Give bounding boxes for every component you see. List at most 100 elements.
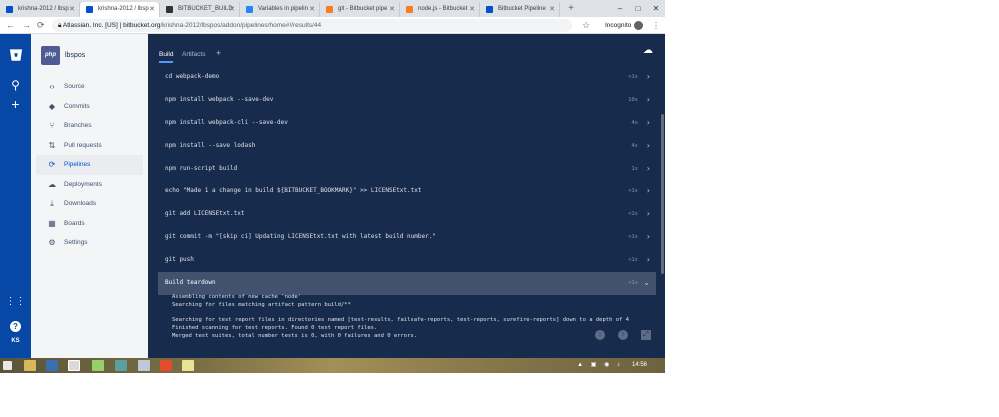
pipeline-step[interactable]: npm run-script build 1s › <box>158 158 656 181</box>
sidebar-item-branches[interactable]: ⑂ Branches <box>36 116 143 136</box>
notepad-icon[interactable] <box>182 360 194 371</box>
browser-tab[interactable]: Bitbucket Pipeline ✕ <box>480 2 560 17</box>
browser-tab[interactable]: git - Bitbucket pipe ✕ <box>320 2 400 17</box>
pipeline-step[interactable]: cd webpack-demo <1s › <box>158 66 656 89</box>
help-icon[interactable]: ? <box>0 316 31 334</box>
close-tab-icon[interactable]: ✕ <box>69 2 75 17</box>
browser-tab-title: git - Bitbucket pipe <box>338 6 388 12</box>
sidebar-item-label: Commits <box>64 102 90 110</box>
browser-tab-title: krishna-2012 / lbsp <box>98 6 149 12</box>
step-list: cd webpack-demo <1s › npm install webpack -… <box>158 66 656 295</box>
taskbar-app-icon[interactable] <box>115 360 127 371</box>
expand-log-icon[interactable]: ⤢ <box>641 330 651 340</box>
pipeline-step[interactable]: Build teardown <1s ⌄ <box>158 272 656 295</box>
close-tab-icon[interactable]: ✕ <box>469 2 475 17</box>
sidebar-item-source[interactable]: ‹› Source <box>36 77 143 97</box>
bookmark-star-icon[interactable]: ☆ <box>582 19 590 32</box>
tab-build[interactable]: Build <box>159 51 174 63</box>
browser-tab-title: BITBUCKET_BUILD <box>178 6 233 12</box>
sidebar-item-pull-requests[interactable]: ⇅ Pull requests <box>36 136 143 156</box>
close-window-icon[interactable]: ✕ <box>647 0 665 17</box>
url-host: bitbucket.org <box>123 22 161 29</box>
tab-artifacts[interactable]: Artifacts <box>182 51 205 58</box>
sidebar-item-commits[interactable]: ◆ Commits <box>36 97 143 117</box>
browser-tab[interactable]: BITBUCKET_BUILD ✕ <box>160 2 240 17</box>
pipelines-icon: ⟳ <box>48 160 56 169</box>
maximize-icon[interactable]: □ <box>629 0 647 17</box>
repo-avatar[interactable]: php <box>41 46 60 65</box>
clock[interactable]: 14:56 <box>632 358 647 373</box>
sidebar-item-label: Boards <box>64 219 85 227</box>
start-button[interactable] <box>3 361 12 370</box>
taskbar-app-icon[interactable] <box>46 360 58 371</box>
close-tab-icon[interactable]: ✕ <box>309 2 315 17</box>
sidebar-item-label: Deployments <box>64 180 102 188</box>
pipeline-step[interactable]: echo "Made 1 a change in build ${BITBUCK… <box>158 180 656 203</box>
pipeline-step[interactable]: npm install --save lodash 4s › <box>158 135 656 158</box>
incognito-icon[interactable] <box>634 21 643 30</box>
log-line: Finished scanning for test reports. Foun… <box>172 325 378 332</box>
chrome-icon[interactable] <box>68 360 80 371</box>
pipeline-step[interactable]: npm install webpack --save-dev 10s › <box>158 89 656 112</box>
pipeline-step[interactable]: git add LICENSEtxt.txt <1s › <box>158 203 656 226</box>
browser-tab[interactable]: Variables in pipelin ✕ <box>240 2 320 17</box>
close-tab-icon[interactable]: ✕ <box>549 2 555 17</box>
pipeline-step[interactable]: git push <1s › <box>158 249 656 272</box>
sidebar-item-downloads[interactable]: ⤓ Downloads <box>36 194 143 214</box>
pipeline-step[interactable]: npm install webpack-cli --save-dev 4s › <box>158 112 656 135</box>
scroll-top-icon[interactable]: ↑ <box>618 330 628 340</box>
file-explorer-icon[interactable] <box>24 360 36 371</box>
log-toolbar: ↓ ↑ ⤢ <box>595 330 651 340</box>
sidebar-item-boards[interactable]: ▦ Boards <box>36 214 143 234</box>
pipeline-step[interactable]: git commit -m "[skip ci] Updating LICENS… <box>158 226 656 249</box>
browser-tab[interactable]: krishna-2012 / lbsp ✕ <box>80 2 160 17</box>
result-tabs: Build Artifacts + ☁ <box>148 34 665 64</box>
bitbucket-logo-icon[interactable] <box>0 48 31 67</box>
download-log-icon[interactable]: ↓ <box>595 330 605 340</box>
boards-icon: ▦ <box>48 218 56 228</box>
app-switcher-icon[interactable]: ⋮⋮ <box>0 296 31 307</box>
log-line: Searching for files matching artifact pa… <box>172 301 351 308</box>
browser-menu-icon[interactable]: ⋮ <box>652 19 660 32</box>
step-command: echo "Made 1 a change in build ${BITBUCK… <box>165 187 422 195</box>
branches-icon: ⑂ <box>49 121 55 130</box>
browser-tab[interactable]: node.js - Bitbucket ✕ <box>400 2 480 17</box>
add-tab-icon[interactable]: + <box>216 48 221 58</box>
new-tab-button[interactable]: + <box>564 2 578 17</box>
create-icon[interactable]: + <box>0 96 31 112</box>
scrollbar[interactable] <box>661 114 664 274</box>
log-line: Searching for test report files in direc… <box>172 317 629 324</box>
sidebar-item-label: Branches <box>64 122 92 129</box>
browser-tab-title: Variables in pipelin <box>258 6 308 12</box>
step-command: npm install webpack-cli --save-dev <box>165 118 288 126</box>
cloud-download-icon[interactable]: ☁ <box>643 45 653 56</box>
browser-tab[interactable]: krishna-2012 / lbsp ✕ <box>0 2 80 17</box>
chevron-right-icon: › <box>646 232 650 242</box>
minimize-icon[interactable]: – <box>611 0 629 17</box>
sidebar-item-pipelines[interactable]: ⟳ Pipelines <box>36 155 143 175</box>
address-bar[interactable]: 🔒︎ Atlassian, Inc. [US] | bitbucket.org/… <box>52 19 572 32</box>
close-tab-icon[interactable]: ✕ <box>389 2 395 17</box>
avatar[interactable]: KS <box>0 338 31 344</box>
taskbar-app-icon[interactable] <box>92 360 104 371</box>
sidebar-item-settings[interactable]: ⚙ Settings <box>36 233 143 253</box>
back-icon[interactable]: ← <box>6 19 15 32</box>
screen: krishna-2012 / lbsp ✕ krishna-2012 / lbsp ✕… <box>0 0 665 373</box>
repo-name[interactable]: lbspos <box>65 52 85 59</box>
system-tray-icons[interactable]: ▲ ▣ ◉ ♪ <box>577 358 623 373</box>
reload-icon[interactable]: ⟳ <box>37 19 45 32</box>
chevron-right-icon: › <box>646 186 650 196</box>
close-tab-icon[interactable]: ✕ <box>149 2 155 17</box>
source-icon: ‹› <box>49 82 55 91</box>
sidebar-item-label: Downloads <box>64 200 97 207</box>
step-command: Build teardown <box>165 279 216 287</box>
close-tab-icon[interactable]: ✕ <box>229 2 235 17</box>
taskbar-app-icon[interactable] <box>160 360 172 371</box>
taskbar-app-icon[interactable] <box>138 360 150 371</box>
forward-icon[interactable]: → <box>22 19 31 32</box>
step-command: npm install webpack --save-dev <box>165 95 274 103</box>
incognito-label: Incognito <box>605 22 632 29</box>
search-icon[interactable]: ⚲ <box>0 78 31 92</box>
sidebar-item-deployments[interactable]: ☁ Deployments <box>36 175 143 195</box>
